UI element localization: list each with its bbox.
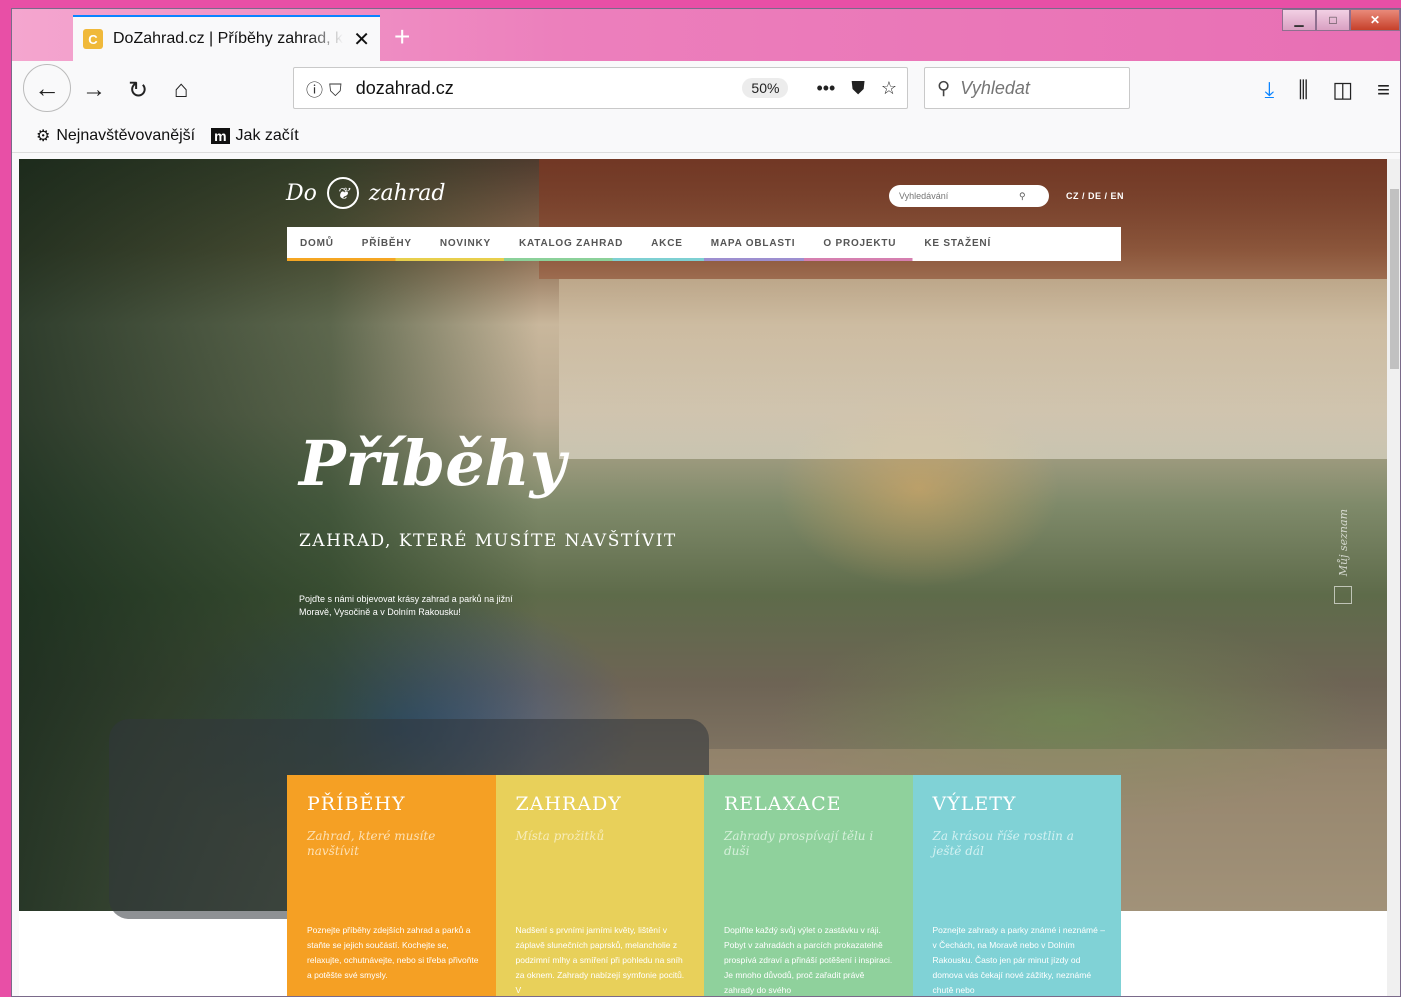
hero-title: Příběhy xyxy=(299,427,566,500)
browser-window: C DoZahrad.cz | Příběhy zahrad, k ✕ + ▁ … xyxy=(11,8,1401,997)
leaf-logo-icon: ❦ xyxy=(326,177,359,209)
card-tagline: Za krásou říše rostlin a ještě dál xyxy=(932,829,1074,858)
main-nav: DOMŮ PŘÍBĚHY NOVINKY KATALOG ZAHRAD AKCE… xyxy=(287,227,1121,261)
gear-icon: ⚙ xyxy=(36,127,51,145)
pocket-icon[interactable]: ⛊ xyxy=(851,78,865,99)
tab-close-icon[interactable]: ✕ xyxy=(353,27,370,52)
scrollbar-thumb[interactable] xyxy=(1390,189,1399,369)
card-title: PŘÍBĚHY xyxy=(307,793,406,815)
site-search-input[interactable] xyxy=(899,191,1019,201)
zoom-indicator[interactable]: 50% xyxy=(742,78,789,98)
browser-search-bar[interactable]: ⚲ xyxy=(924,67,1130,109)
nav-item-map[interactable]: MAPA OBLASTI xyxy=(711,238,796,249)
site-info-icon[interactable]: ⓘ⛉ xyxy=(294,76,356,101)
card-text: Nadšení s prvními jarními květy, lištění… xyxy=(515,925,685,995)
card-text: Doplňte každý svůj výlet o zastávku v rá… xyxy=(724,925,893,995)
my-list-label: Můj seznam xyxy=(1336,509,1350,577)
bookmarks-toolbar: ⚙ Nejnavštěvovanější m Jak začít xyxy=(12,119,1400,153)
sidebar-icon[interactable]: ◫ xyxy=(1332,77,1353,103)
logo-text-do: Do xyxy=(286,180,317,206)
search-icon[interactable]: ⚲ xyxy=(1019,191,1026,202)
download-icon[interactable]: ⤓ xyxy=(1265,77,1275,103)
card-tagline: Zahrad, které musíte navštívit xyxy=(307,829,436,858)
nav-item-news[interactable]: NOVINKY xyxy=(440,238,491,249)
nav-item-downloads[interactable]: KE STAŽENÍ xyxy=(924,238,991,249)
card-title: RELAXACE xyxy=(724,793,842,815)
library-icon[interactable]: ⫼ xyxy=(1298,77,1308,103)
nav-item-stories[interactable]: PŘÍBĚHY xyxy=(362,238,412,249)
title-bar: C DoZahrad.cz | Příběhy zahrad, k ✕ + ▁ … xyxy=(12,9,1400,61)
bookmark-label: Jak začít xyxy=(235,126,299,144)
card-title: ZAHRADY xyxy=(515,793,622,815)
back-button[interactable]: ← xyxy=(23,64,71,112)
favicon-icon: C xyxy=(83,29,103,49)
window-controls: ▁ □ ✕ xyxy=(1282,9,1400,31)
hero-description: Pojďte s námi objevovat krásy zahrad a p… xyxy=(299,594,513,617)
language-switcher[interactable]: CZ / DE / EN xyxy=(1066,191,1124,201)
menu-icon[interactable]: ≡ xyxy=(1377,77,1390,103)
search-icon: ⚲ xyxy=(937,77,951,98)
card-text: Poznejte příběhy zdejších zahrad a parků… xyxy=(307,925,479,980)
navigation-toolbar: ← → ↻ ⌂ ⓘ⛉ dozahrad.cz 50% ••• ⛊ ☆ ⚲ ⤓ ⫼… xyxy=(12,61,1400,119)
site-logo[interactable]: Do ❦ zahrad xyxy=(286,177,445,209)
card-text: Poznejte zahrady a parky známé i neznámé… xyxy=(932,925,1105,995)
url-bar[interactable]: ⓘ⛉ dozahrad.cz 50% ••• ⛊ ☆ xyxy=(293,67,908,109)
nav-item-about[interactable]: O PROJEKTU xyxy=(823,238,896,249)
page-actions-icon[interactable]: ••• xyxy=(816,78,835,99)
card-relaxation[interactable]: RELAXACE Zahrady prospívají tělu i duši … xyxy=(704,775,913,996)
logo-text-zahrad: zahrad xyxy=(368,180,446,206)
card-title: VÝLETY xyxy=(932,793,1017,815)
active-tab[interactable]: C DoZahrad.cz | Příběhy zahrad, k ✕ xyxy=(73,15,380,61)
maximize-button[interactable]: □ xyxy=(1316,9,1350,31)
browser-search-input[interactable] xyxy=(960,77,1111,99)
home-button[interactable]: ⌂ xyxy=(163,72,199,108)
bookmark-getting-started[interactable]: m Jak začít xyxy=(211,127,299,145)
nav-color-bar xyxy=(287,258,1121,261)
hero-subtitle: ZAHRAD, KTERÉ MUSÍTE NAVŠTÍVIT xyxy=(299,531,677,551)
url-text[interactable]: dozahrad.cz xyxy=(356,78,743,99)
my-list-tab[interactable]: Můj seznam xyxy=(1331,509,1355,619)
m-logo-icon: m xyxy=(211,127,230,144)
nav-item-events[interactable]: AKCE xyxy=(651,238,683,249)
reload-button[interactable]: ↻ xyxy=(120,72,156,108)
card-trips[interactable]: VÝLETY Za krásou říše rostlin a ještě dá… xyxy=(912,775,1121,996)
tab-title: DoZahrad.cz | Příběhy zahrad, k xyxy=(113,30,343,47)
bookmark-most-visited[interactable]: ⚙ Nejnavštěvovanější xyxy=(36,126,195,146)
new-tab-button[interactable]: + xyxy=(394,21,410,53)
forward-button[interactable]: → xyxy=(76,72,112,108)
bookmark-star-icon[interactable]: ☆ xyxy=(881,78,897,99)
close-window-button[interactable]: ✕ xyxy=(1350,9,1400,31)
category-cards: PŘÍBĚHY Zahrad, které musíte navštívit P… xyxy=(287,775,1121,996)
card-tagline: Zahrady prospívají tělu i duši xyxy=(724,829,874,858)
list-icon xyxy=(1334,586,1352,605)
card-gardens[interactable]: ZAHRADY Místa prožitků Nadšení s prvními… xyxy=(495,775,704,996)
nav-item-home[interactable]: DOMŮ xyxy=(300,238,334,249)
page-scrollbar[interactable] xyxy=(1387,159,1400,996)
card-tagline: Místa prožitků xyxy=(515,829,605,843)
site-search[interactable]: ⚲ xyxy=(889,185,1049,207)
minimize-button[interactable]: ▁ xyxy=(1282,9,1316,31)
page-viewport: Do ❦ zahrad ⚲ CZ / DE / EN DOMŮ PŘÍBĚHY … xyxy=(19,159,1387,996)
bookmark-label: Nejnavštěvovanější xyxy=(56,126,196,144)
nav-item-catalog[interactable]: KATALOG ZAHRAD xyxy=(519,238,623,249)
card-stories[interactable]: PŘÍBĚHY Zahrad, které musíte navštívit P… xyxy=(287,775,496,996)
